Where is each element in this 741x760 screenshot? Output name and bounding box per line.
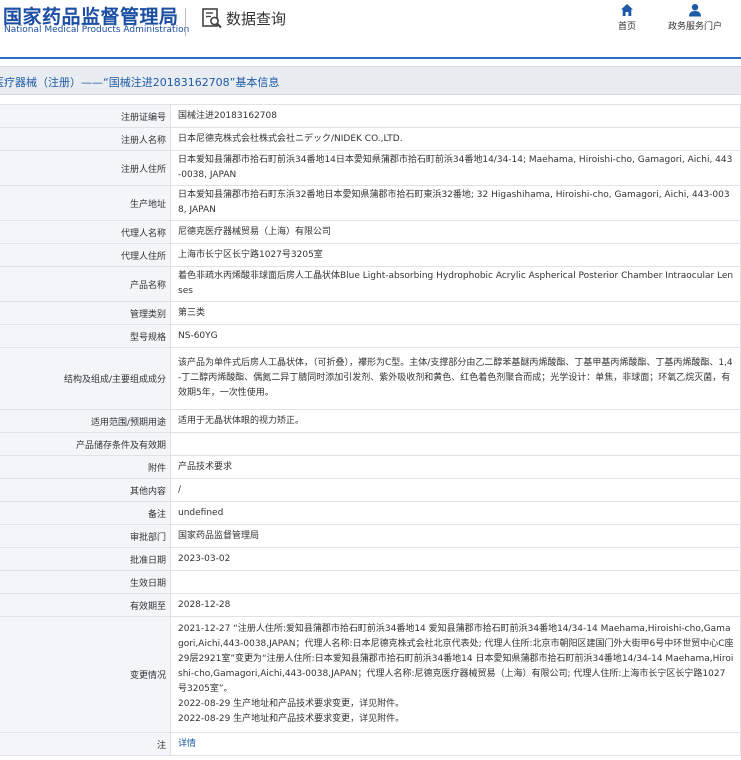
row-label: 生效日期: [0, 570, 171, 594]
table-row: 其他内容 /: [0, 478, 741, 502]
table-row: 代理人名称 尼德克医疗器械贸易（上海）有限公司: [0, 220, 741, 244]
table-row: 产品储存条件及有效期: [0, 432, 741, 456]
table-row: 批准日期 2023-03-02: [0, 547, 741, 571]
row-value: 2028-12-28: [170, 593, 741, 617]
table-row-note: 注 详情: [0, 732, 741, 756]
row-label: 型号规格: [0, 324, 171, 348]
row-value: 日本尼德克株式会社株式会社ニデック/NIDEK CO.,LTD.: [170, 127, 741, 151]
change-entry: 2022-08-29 生产地址和产品技术要求变更，详见附件。: [178, 714, 405, 724]
row-value: 上海市长宁区长宁路1027号3205室: [170, 243, 741, 267]
nav-gov-service-portal[interactable]: 政务服务门户: [665, 3, 725, 32]
site-header: 国家药品监督管理局 National Medical Products Admi…: [0, 0, 741, 58]
user-icon: [689, 3, 701, 17]
row-label: 代理人名称: [0, 220, 171, 244]
row-label: 生产地址: [0, 185, 171, 221]
row-label: 备注: [0, 501, 171, 525]
row-value: 日本爱知县蒲郡市拾石町前浜34番地14日本愛知県蒲郡市拾石町前浜34番地14/3…: [170, 150, 741, 186]
nav-home[interactable]: 首页: [615, 3, 639, 32]
row-value: [170, 432, 741, 456]
table-row: 适用范围/预期用途 适用于无晶状体眼的视力矫正。: [0, 409, 741, 433]
table-row: 有效期至 2028-12-28: [0, 593, 741, 617]
row-label: 附件: [0, 455, 171, 479]
nav-gov-label: 政务服务门户: [667, 22, 722, 32]
table-row: 附件 产品技术要求: [0, 455, 741, 479]
row-value: 尼德克医疗器械贸易（上海）有限公司: [170, 220, 741, 244]
row-value: 该产品为单件式后房人工晶状体，（可折叠），襻形为C型。主体/支撑部分由乙二醇苯基…: [170, 347, 741, 410]
page-title-bar: 医疗器械（注册）——“国械注进20183162708”基本信息: [0, 66, 741, 95]
row-label: 注: [0, 732, 171, 756]
change-entry: 2021-12-27 “注册人住所:爱知县蒲郡市拾石町前浜34番地14 爱知县蒲…: [178, 624, 734, 694]
table-row: 生效日期: [0, 570, 741, 594]
row-label: 产品储存条件及有效期: [0, 432, 171, 456]
table-row: 管理类别 第三类: [0, 301, 741, 325]
row-label: 注册人名称: [0, 127, 171, 151]
details-link[interactable]: 详情: [178, 739, 196, 749]
document-search-icon: [202, 8, 222, 29]
data-query-section: 数据查询: [201, 7, 286, 29]
row-label: 批准日期: [0, 547, 171, 571]
table-row: 生产地址 日本爱知县蒲郡市拾石町东浜32番地日本愛知県蒲郡市拾石町東浜32番地; …: [0, 185, 741, 221]
table-row: 备注 undefined: [0, 501, 741, 525]
header-divider: [185, 8, 186, 36]
row-value: 国械注进20183162708: [170, 104, 741, 128]
home-icon: [621, 4, 633, 16]
row-value: 着色非疏水丙烯酸非球面后房人工晶状体Blue Light-absorbing H…: [170, 266, 741, 302]
change-entry: 2022-08-29 生产地址和产品技术要求变更，详见附件。: [178, 699, 405, 709]
header-accent-line: [0, 57, 741, 59]
row-value: undefined: [170, 501, 741, 525]
row-value: 2023-03-02: [170, 547, 741, 571]
change-history: 2021-12-27 “注册人住所:爱知县蒲郡市拾石町前浜34番地14 爱知县蒲…: [170, 616, 741, 733]
row-label: 注册人住所: [0, 150, 171, 186]
table-row: 产品名称 着色非疏水丙烯酸非球面后房人工晶状体Blue Light-absorbi…: [0, 266, 741, 302]
table-row: 结构及组成/主要组成成分 该产品为单件式后房人工晶状体，（可折叠），襻形为C型。主…: [0, 347, 741, 410]
site-logo-subtitle: National Medical Products Administration: [4, 25, 190, 35]
row-value: [170, 570, 741, 594]
row-value: /: [170, 478, 741, 502]
nav-home-label: 首页: [617, 22, 636, 32]
row-value: 国家药品监督管理局: [170, 524, 741, 548]
row-label: 变更情况: [0, 616, 171, 733]
row-value: 第三类: [170, 301, 741, 325]
row-label: 注册证编号: [0, 104, 171, 128]
table-row: 型号规格 NS-60YG: [0, 324, 741, 348]
row-label: 审批部门: [0, 524, 171, 548]
row-label: 有效期至: [0, 593, 171, 617]
data-query-title: 数据查询: [226, 9, 287, 28]
row-value: 适用于无晶状体眼的视力矫正。: [170, 409, 741, 433]
row-label: 适用范围/预期用途: [0, 409, 171, 433]
row-label: 结构及组成/主要组成成分: [0, 347, 171, 410]
page-title: 医疗器械（注册）——“国械注进20183162708”基本信息: [0, 76, 280, 89]
row-value: NS-60YG: [170, 324, 741, 348]
row-label: 产品名称: [0, 266, 171, 302]
table-row: 注册人住所 日本爱知县蒲郡市拾石町前浜34番地14日本愛知県蒲郡市拾石町前浜34番…: [0, 150, 741, 186]
table-row: 代理人住所 上海市长宁区长宁路1027号3205室: [0, 243, 741, 267]
row-label: 管理类别: [0, 301, 171, 325]
row-value: 产品技术要求: [170, 455, 741, 479]
table-row: 审批部门 国家药品监督管理局: [0, 524, 741, 548]
table-row: 注册证编号 国械注进20183162708: [0, 104, 741, 128]
row-label: 代理人住所: [0, 243, 171, 267]
table-row: 注册人名称 日本尼德克株式会社株式会社ニデック/NIDEK CO.,LTD.: [0, 127, 741, 151]
row-label: 其他内容: [0, 478, 171, 502]
table-row-changes: 变更情况 2021-12-27 “注册人住所:爱知县蒲郡市拾石町前浜34番地14…: [0, 616, 741, 733]
row-value: 日本爱知县蒲郡市拾石町东浜32番地日本愛知県蒲郡市拾石町東浜32番地; 32 H…: [170, 185, 741, 221]
device-info-table: 注册证编号 国械注进20183162708 注册人名称 日本尼德克株式会社株式会社ニ…: [0, 104, 741, 756]
